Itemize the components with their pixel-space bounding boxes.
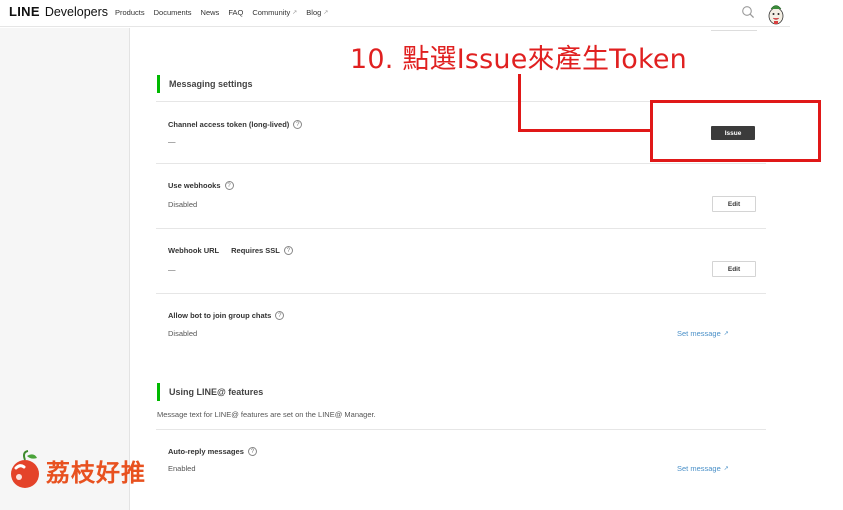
external-link-icon: ↗	[292, 10, 298, 16]
link-text: Set message	[677, 329, 721, 338]
nav-label: Blog	[306, 8, 322, 17]
setting-value: —	[168, 265, 176, 274]
annotation-highlight-box	[650, 100, 821, 162]
setting-row-auto-reply: Auto-reply messages ? Enabled Set messag…	[156, 429, 766, 510]
brand-developers-text: Developers	[44, 5, 109, 19]
setting-label-text: Auto-reply messages	[168, 447, 244, 456]
nav-label: Documents	[153, 8, 192, 17]
setting-label: Auto-reply messages ?	[168, 447, 257, 456]
setting-label: Allow bot to join group chats ?	[168, 311, 285, 320]
setting-label: Webhook URL Requires SSL ?	[168, 246, 293, 255]
user-avatar-icon[interactable]	[766, 2, 786, 26]
brand-line-text: LINE	[9, 4, 40, 19]
nav-faq[interactable]: FAQ	[228, 8, 243, 17]
help-icon[interactable]: ?	[247, 447, 257, 456]
nav-community[interactable]: Community ↗	[252, 8, 297, 17]
left-sidebar	[0, 28, 130, 510]
nav-blog[interactable]: Blog ↗	[306, 8, 328, 17]
lychee-icon	[11, 450, 39, 488]
setting-row-webhook-url: Webhook URL Requires SSL ? — Edit	[156, 228, 766, 293]
set-message-link[interactable]: Set message ↗	[677, 329, 729, 338]
setting-label-text: Webhook URL	[168, 246, 220, 255]
watermark-text: 荔枝好推	[46, 458, 146, 487]
section-description: Message text for LINE@ features are set …	[157, 410, 376, 419]
setting-label-text: Use webhooks	[168, 181, 221, 190]
nav-label: FAQ	[228, 8, 244, 17]
nav-products[interactable]: Products	[115, 8, 145, 17]
section-title-messaging-settings: Messaging settings	[157, 75, 253, 93]
setting-label-text: Allow bot to join group chats	[168, 311, 272, 320]
annotation-arrow-vertical	[518, 74, 521, 132]
setting-label: Channel access token (long-lived) ?	[168, 120, 303, 129]
set-message-link[interactable]: Set message ↗	[677, 464, 729, 473]
annotation-instruction-text: 10. 點選Issue來產生Token	[350, 44, 687, 75]
external-link-icon: ↗	[723, 466, 729, 472]
nav-label: Products	[115, 8, 145, 17]
previous-button-edge	[711, 28, 757, 31]
nav-news[interactable]: News	[201, 8, 220, 17]
nav-label: Community	[252, 8, 291, 17]
setting-row-group-chats: Allow bot to join group chats ? Disabled…	[156, 293, 766, 353]
watermark-logo: 荔枝好推	[8, 450, 146, 490]
help-icon[interactable]: ?	[224, 181, 234, 190]
main-nav: Products Documents News FAQ Community ↗ B…	[115, 8, 328, 17]
external-link-icon: ↗	[323, 10, 329, 16]
setting-value: —	[168, 137, 176, 146]
setting-value: Disabled	[168, 329, 198, 338]
setting-value: Disabled	[168, 200, 198, 209]
line-developers-logo[interactable]: LINE Developers	[9, 4, 108, 19]
edit-webhook-url-button[interactable]: Edit	[712, 261, 756, 277]
setting-label-text: Channel access token (long-lived)	[168, 120, 290, 129]
nav-label: News	[200, 8, 220, 17]
search-icon[interactable]	[741, 5, 755, 19]
annotation-arrow-horizontal	[518, 129, 651, 132]
help-icon[interactable]: ?	[293, 120, 303, 129]
nav-documents[interactable]: Documents	[154, 8, 192, 17]
edit-webhooks-button[interactable]: Edit	[712, 196, 756, 212]
top-navigation-bar: LINE Developers Products Documents News …	[0, 0, 790, 27]
setting-label: Use webhooks ?	[168, 181, 234, 190]
setting-row-use-webhooks: Use webhooks ? Disabled Edit	[156, 163, 766, 228]
requires-ssl-label: Requires SSL	[231, 246, 280, 255]
help-icon[interactable]: ?	[283, 246, 293, 255]
section-title-line-at-features: Using LINE@ features	[157, 383, 263, 401]
help-icon[interactable]: ?	[275, 311, 285, 320]
external-link-icon: ↗	[723, 331, 729, 337]
link-text: Set message	[677, 464, 721, 473]
setting-value: Enabled	[168, 464, 196, 473]
